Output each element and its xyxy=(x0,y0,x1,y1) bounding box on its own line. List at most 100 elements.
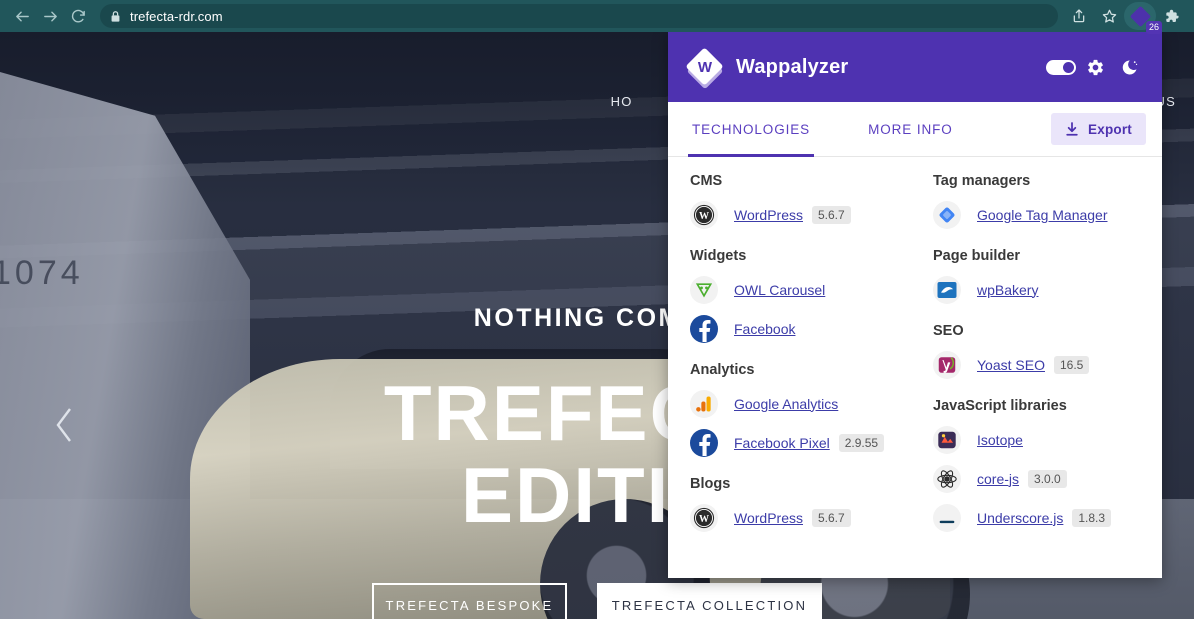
arrow-left-icon xyxy=(15,11,29,21)
technology-category: Blogs W WordPress 5.6.7 xyxy=(690,476,901,537)
hero-cta-group: TREFECTA BESPOKE TREFECTA COLLECTION xyxy=(0,583,1194,619)
category-title: Tag managers xyxy=(933,173,1031,189)
wappalyzer-extension-button[interactable]: 26 xyxy=(1124,2,1162,34)
technology-row: core-js 3.0.0 xyxy=(933,459,1148,498)
wordpress-icon: W xyxy=(690,503,718,532)
dark-mode-moon-icon[interactable] xyxy=(1112,50,1146,84)
back-button[interactable] xyxy=(8,2,36,30)
technology-version-badge: 5.6.7 xyxy=(811,205,851,224)
technology-row: W WordPress 5.6.7 xyxy=(690,498,901,537)
category-title: CMS xyxy=(690,173,723,189)
technology-row: Facebook xyxy=(690,309,901,348)
reload-button[interactable] xyxy=(64,2,92,30)
category-title: Page builder xyxy=(933,248,1021,264)
wappalyzer-panel: W Wappalyzer TECHNOLOGIES MORE INFO Expo… xyxy=(668,32,1162,578)
technology-row: wpBakery xyxy=(933,270,1148,309)
technology-version-badge: 2.9.55 xyxy=(838,433,885,452)
technology-version-badge: 3.0.0 xyxy=(1028,469,1067,488)
arrow-right-icon xyxy=(43,11,57,21)
technology-link[interactable]: OWL Carousel xyxy=(734,282,825,298)
export-button[interactable]: Export xyxy=(1051,113,1146,145)
tab-technologies[interactable]: TECHNOLOGIES xyxy=(687,102,815,157)
technology-link[interactable]: Google Analytics xyxy=(734,396,838,412)
extension-badge-count: 26 xyxy=(1146,21,1162,34)
category-title: Widgets xyxy=(690,248,747,264)
lock-icon[interactable] xyxy=(110,10,121,23)
technology-row: Underscore.js 1.8.3 xyxy=(933,498,1148,537)
settings-gear-icon[interactable] xyxy=(1078,50,1112,84)
trefecta-bespoke-button[interactable]: TREFECTA BESPOKE xyxy=(372,583,567,619)
technology-category: SEO Yoast SEO 16.5 xyxy=(933,323,1148,384)
core-js-icon xyxy=(933,464,961,493)
wpbakery-icon xyxy=(933,275,961,304)
yoast-icon xyxy=(933,350,961,379)
toolbar-actions: 26 xyxy=(1064,2,1186,34)
technology-category: Tag managers Google Tag Manager xyxy=(933,173,1148,234)
wordpress-icon: W xyxy=(690,200,718,229)
export-button-label: Export xyxy=(1088,121,1132,137)
panel-title: Wappalyzer xyxy=(736,55,849,78)
isotope-icon xyxy=(933,425,961,454)
category-title: JavaScript libraries xyxy=(933,398,1067,414)
technology-row: Yoast SEO 16.5 xyxy=(933,345,1148,384)
technology-row: Isotope xyxy=(933,420,1148,459)
technology-version-badge: 5.6.7 xyxy=(811,508,851,527)
svg-text:W: W xyxy=(699,211,709,222)
technology-link[interactable]: core-js xyxy=(977,471,1019,487)
tech-column-left: CMS W WordPress 5.6.7 Widgets OWL Carousel Fac… xyxy=(668,173,915,578)
technology-row: Facebook Pixel 2.9.55 xyxy=(690,423,901,462)
download-icon xyxy=(1066,121,1078,136)
technology-row: OWL Carousel xyxy=(690,270,901,309)
technology-link[interactable]: WordPress xyxy=(734,510,803,526)
technology-category: CMS W WordPress 5.6.7 xyxy=(690,173,901,234)
owl-carousel-icon xyxy=(690,275,718,304)
technology-link[interactable]: Yoast SEO xyxy=(977,357,1045,373)
browser-toolbar: trefecta-rdr.com 26 xyxy=(0,0,1194,34)
wappalyzer-logo-icon: W xyxy=(685,47,724,90)
google-tag-manager-icon xyxy=(933,200,961,229)
panel-tab-bar: TECHNOLOGIES MORE INFO Export xyxy=(668,102,1162,157)
tech-column-right: Tag managers Google Tag Manager Page build… xyxy=(915,173,1162,578)
category-title: SEO xyxy=(933,323,964,339)
technology-category: Page builder wpBakery xyxy=(933,248,1148,309)
technology-link[interactable]: WordPress xyxy=(734,207,803,223)
star-icon xyxy=(1102,9,1116,23)
share-button[interactable] xyxy=(1064,2,1094,30)
category-title: Analytics xyxy=(690,362,755,378)
technology-link[interactable]: Facebook Pixel xyxy=(734,435,830,451)
puzzle-icon xyxy=(1165,9,1179,22)
category-title: Blogs xyxy=(690,476,731,492)
google-analytics-icon xyxy=(690,389,718,418)
reload-icon xyxy=(71,9,85,23)
tab-more-info[interactable]: MORE INFO xyxy=(866,102,955,157)
nav-item-home[interactable]: HO xyxy=(611,94,633,109)
panel-header: W Wappalyzer xyxy=(668,32,1162,102)
underscore-icon xyxy=(933,503,961,532)
technologies-list: CMS W WordPress 5.6.7 Widgets OWL Carousel Fac… xyxy=(668,157,1162,578)
wappalyzer-logo-glyph: W xyxy=(697,58,713,76)
share-icon xyxy=(1073,9,1085,23)
address-bar[interactable]: trefecta-rdr.com xyxy=(100,4,1058,28)
pillar-number-text: 1074 xyxy=(0,254,84,292)
facebook-icon xyxy=(690,314,718,343)
svg-text:W: W xyxy=(699,514,709,525)
bookmark-button[interactable] xyxy=(1094,2,1124,30)
forward-button[interactable] xyxy=(36,2,64,30)
technology-category: Widgets OWL Carousel Facebook xyxy=(690,248,901,348)
technology-category: Analytics Google Analytics Facebook Pixel 2… xyxy=(690,362,901,462)
technology-row: Google Tag Manager xyxy=(933,195,1148,234)
facebook-icon xyxy=(690,428,718,457)
technology-link[interactable]: Facebook xyxy=(734,321,795,337)
technology-link[interactable]: wpBakery xyxy=(977,282,1038,298)
technology-category: JavaScript libraries Isotope core-js 3.0.0 U… xyxy=(933,398,1148,537)
technology-link[interactable]: Underscore.js xyxy=(977,510,1063,526)
url-text: trefecta-rdr.com xyxy=(130,8,223,24)
technology-version-badge: 1.8.3 xyxy=(1072,508,1112,527)
technology-version-badge: 16.5 xyxy=(1053,355,1090,374)
technology-row: Google Analytics xyxy=(690,384,901,423)
technology-link[interactable]: Google Tag Manager xyxy=(977,207,1108,223)
pin-toggle-switch[interactable] xyxy=(1044,50,1078,84)
technology-link[interactable]: Isotope xyxy=(977,432,1023,448)
technology-row: W WordPress 5.6.7 xyxy=(690,195,901,234)
trefecta-collection-button[interactable]: TREFECTA COLLECTION xyxy=(597,583,822,619)
